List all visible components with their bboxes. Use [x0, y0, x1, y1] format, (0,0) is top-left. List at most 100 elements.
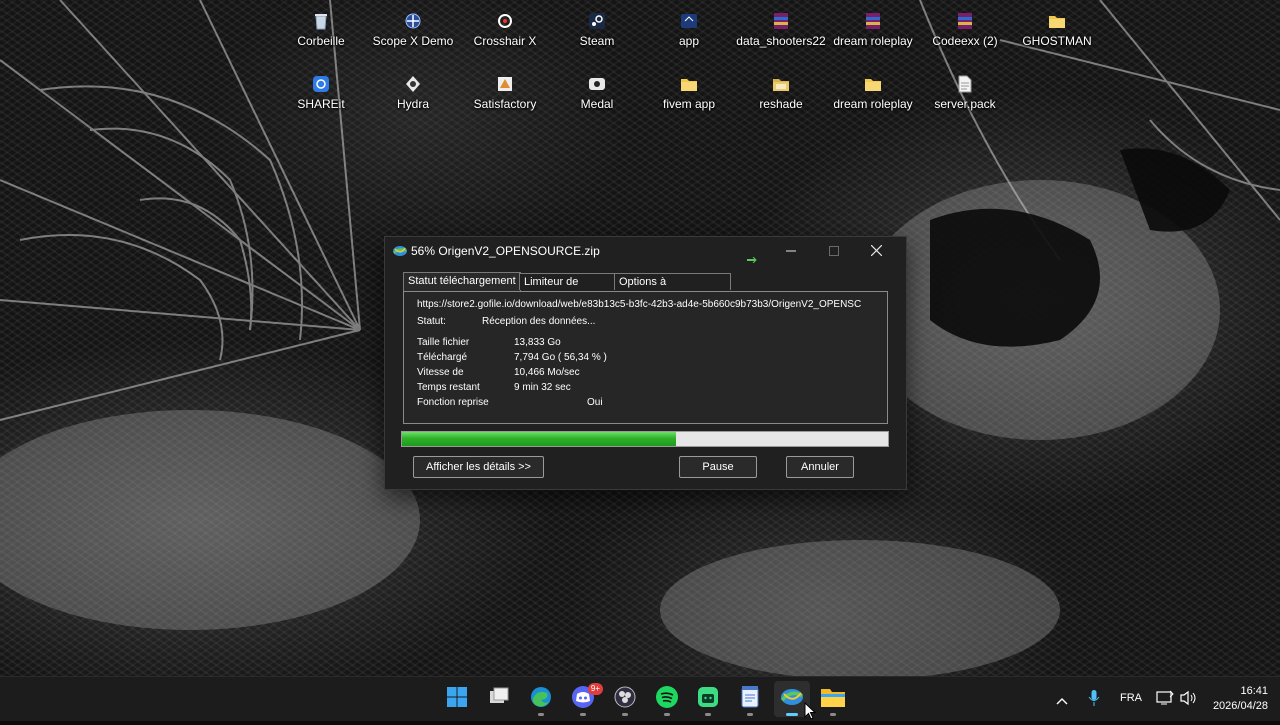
- hydra-icon: [404, 75, 422, 93]
- time-left-label: Temps restant: [417, 382, 480, 393]
- satisfactory-icon: [496, 75, 514, 93]
- desktop-icon-codeexx-2[interactable]: Codeexx (2): [919, 9, 1011, 65]
- tab-completion-options[interactable]: Options à l'achèvement: [614, 273, 731, 304]
- taskbar-file-explorer[interactable]: [815, 681, 851, 717]
- volume-icon[interactable]: [1180, 690, 1198, 711]
- obs-icon: [613, 685, 637, 714]
- taskbar-android-studio[interactable]: [690, 681, 726, 717]
- spotify-icon: [655, 685, 679, 714]
- taskbar-spotify[interactable]: [649, 681, 685, 717]
- desktop-icon-hydra[interactable]: Hydra: [367, 72, 459, 128]
- taskbar-discord[interactable]: 9+: [565, 681, 603, 717]
- medal-icon: [588, 75, 606, 93]
- taskbar-notepad[interactable]: [732, 681, 768, 717]
- desktop-icon-reshade[interactable]: reshade: [735, 72, 827, 128]
- desktop-icon-label: dream roleplay: [833, 34, 913, 48]
- running-indicator: [622, 713, 628, 716]
- drag-handle-icon: [747, 250, 757, 268]
- active-indicator: [786, 713, 798, 716]
- desktop-icon-label: data_shooters22: [736, 34, 826, 48]
- file-explorer-icon: [820, 686, 846, 713]
- clock-date: 2026/04/28: [1212, 700, 1268, 712]
- desktop-icon-medal[interactable]: Medal: [551, 72, 643, 128]
- downloaded-value: 7,794 Go ( 56,34 % ): [514, 352, 607, 363]
- running-indicator: [705, 713, 711, 716]
- winrar-archive-icon: [956, 12, 974, 30]
- steam-icon: [588, 12, 606, 30]
- desktop-icon-dream-roleplay-folder[interactable]: dream roleplay: [827, 72, 919, 128]
- dialog-title: 56% OrigenV2_OPENSOURCE.zip: [411, 244, 600, 258]
- system-clock[interactable]: 16:41 2026/04/28: [1213, 684, 1268, 714]
- close-icon: [870, 243, 883, 259]
- desktop-icon-shareit[interactable]: SHAREit: [275, 72, 367, 128]
- desktop-icon-recycle-bin[interactable]: Corbeille: [275, 9, 367, 65]
- running-indicator: [538, 713, 544, 716]
- download-progress-bar: [401, 431, 889, 447]
- folder-icon: [680, 75, 698, 93]
- pause-button[interactable]: Pause: [679, 456, 757, 478]
- download-progress-fill: [402, 432, 676, 446]
- taskbar-edge[interactable]: [523, 681, 559, 717]
- taskbar-task-view[interactable]: [481, 681, 517, 717]
- file-size-value: 13,833 Go: [514, 337, 561, 348]
- download-url: https://store2.gofile.io/download/web/e8…: [417, 299, 862, 310]
- resume-capability-label: Fonction reprise: [417, 397, 489, 408]
- folder-icon: [1048, 12, 1066, 30]
- desktop-icon-satisfactory[interactable]: Satisfactory: [459, 72, 551, 128]
- desktop-icon-app[interactable]: app: [643, 9, 735, 65]
- cancel-button[interactable]: Annuler: [786, 456, 854, 478]
- desktop-icon-label: Hydra: [396, 97, 429, 111]
- desktop-icon-dream-roleplay-archive[interactable]: dream roleplay: [827, 9, 919, 65]
- desktop-icon-ghostman[interactable]: GHOSTMAN: [1011, 9, 1103, 65]
- desktop-icon-crosshair-x[interactable]: Crosshair X: [459, 9, 551, 65]
- crosshair-icon: [496, 12, 514, 30]
- input-language-indicator[interactable]: FRA: [1120, 692, 1142, 704]
- tab-download-status[interactable]: Statut téléchargement: [403, 272, 521, 291]
- desktop-icon-label: Steam: [579, 34, 615, 48]
- download-progress-dialog: 56% OrigenV2_OPENSOURCE.zip Statut téléc…: [384, 236, 907, 490]
- desktop-icon-label: dream roleplay: [833, 97, 913, 111]
- winrar-archive-icon: [772, 12, 790, 30]
- close-button[interactable]: [855, 237, 898, 265]
- shareit-icon: [312, 75, 330, 93]
- downloaded-label: Téléchargé: [417, 352, 468, 363]
- desktop-icon-fivem-app[interactable]: fivem app: [643, 72, 735, 128]
- show-details-button[interactable]: Afficher les détails >>: [413, 456, 544, 478]
- desktop-icon-scope-x-demo[interactable]: Scope X Demo: [367, 9, 459, 65]
- start-button[interactable]: [439, 681, 475, 717]
- resume-capability-value: Oui: [587, 397, 603, 408]
- desktop-icon-label: Scope X Demo: [372, 34, 454, 48]
- clock-time: 16:41: [1240, 685, 1268, 697]
- maximize-icon: [828, 243, 839, 259]
- taskbar-obs[interactable]: [607, 681, 643, 717]
- maximize-button[interactable]: [812, 237, 855, 265]
- desktop-icon-label: Medal: [580, 97, 614, 111]
- running-indicator: [830, 713, 836, 716]
- file-icon: [956, 75, 974, 93]
- dialog-titlebar[interactable]: 56% OrigenV2_OPENSOURCE.zip: [385, 237, 906, 265]
- desktop-icon-label: GHOSTMAN: [1022, 34, 1092, 48]
- idm-app-icon: [392, 243, 408, 259]
- running-indicator: [747, 713, 753, 716]
- desktop-icon-data-shooters22[interactable]: data_shooters22: [735, 9, 827, 65]
- tab-speed-limiter[interactable]: Limiteur de vitesse: [519, 273, 615, 304]
- download-status-panel: https://store2.gofile.io/download/web/e8…: [403, 291, 888, 424]
- status-label: Statut:: [417, 316, 446, 327]
- desktop-icon-server-pack[interactable]: server.pack: [919, 72, 1011, 128]
- minimize-button[interactable]: [769, 237, 812, 265]
- microphone-icon[interactable]: [1088, 689, 1100, 712]
- running-indicator: [580, 713, 586, 716]
- desktop-icon-steam[interactable]: Steam: [551, 9, 643, 65]
- taskbar: 9+ FRA 16:41 2026/04/28: [0, 676, 1280, 721]
- task-view-icon: [488, 687, 510, 712]
- network-icon[interactable]: [1156, 690, 1174, 711]
- desktop-icon-label: server.pack: [934, 97, 996, 111]
- desktop-icon-label: reshade: [759, 97, 803, 111]
- app-shortcut-icon: [680, 12, 698, 30]
- show-hidden-icons-chevron-up-icon[interactable]: [1056, 692, 1068, 710]
- winrar-archive-icon: [864, 12, 882, 30]
- speed-label: Vitesse de: [417, 367, 464, 378]
- idm-icon: [779, 686, 805, 713]
- desktop-icon-label: Crosshair X: [473, 34, 537, 48]
- running-indicator: [664, 713, 670, 716]
